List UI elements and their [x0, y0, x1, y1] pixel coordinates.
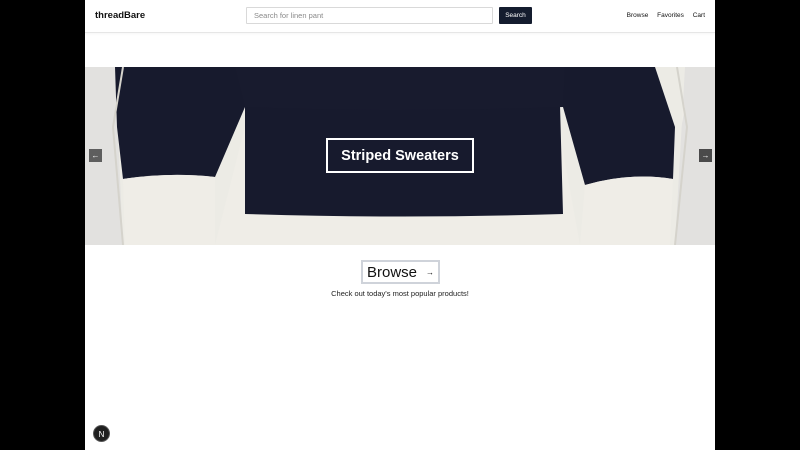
arrow-right-icon: →	[701, 151, 710, 160]
dev-tools-badge[interactable]: N	[93, 425, 110, 442]
brand-logo[interactable]: threadBare	[95, 10, 145, 21]
page: threadBare Search Browse Favorites Cart	[85, 0, 715, 450]
carousel-next-button[interactable]: →	[699, 149, 712, 162]
cta-tagline: Check out today's most popular products!	[331, 289, 469, 298]
browse-cta-label: Browse	[366, 263, 418, 281]
search-input[interactable]	[246, 7, 493, 24]
arrow-right-icon: →	[426, 267, 435, 277]
nav-cart-link[interactable]: Cart	[693, 12, 705, 19]
nav-favorites-link[interactable]: Favorites	[657, 12, 684, 19]
browse-cta-button[interactable]: Browse →	[361, 260, 440, 284]
nav-browse-link[interactable]: Browse	[627, 12, 649, 19]
hero-title: Striped Sweaters	[326, 138, 474, 173]
nav-links: Browse Favorites Cart	[620, 12, 705, 19]
hero-carousel: Striped Sweaters ← →	[85, 67, 715, 245]
top-navbar: threadBare Search Browse Favorites Cart	[85, 0, 715, 33]
carousel-prev-button[interactable]: ←	[89, 149, 102, 162]
search-button[interactable]: Search	[499, 7, 532, 24]
arrow-left-icon: ←	[91, 151, 100, 160]
